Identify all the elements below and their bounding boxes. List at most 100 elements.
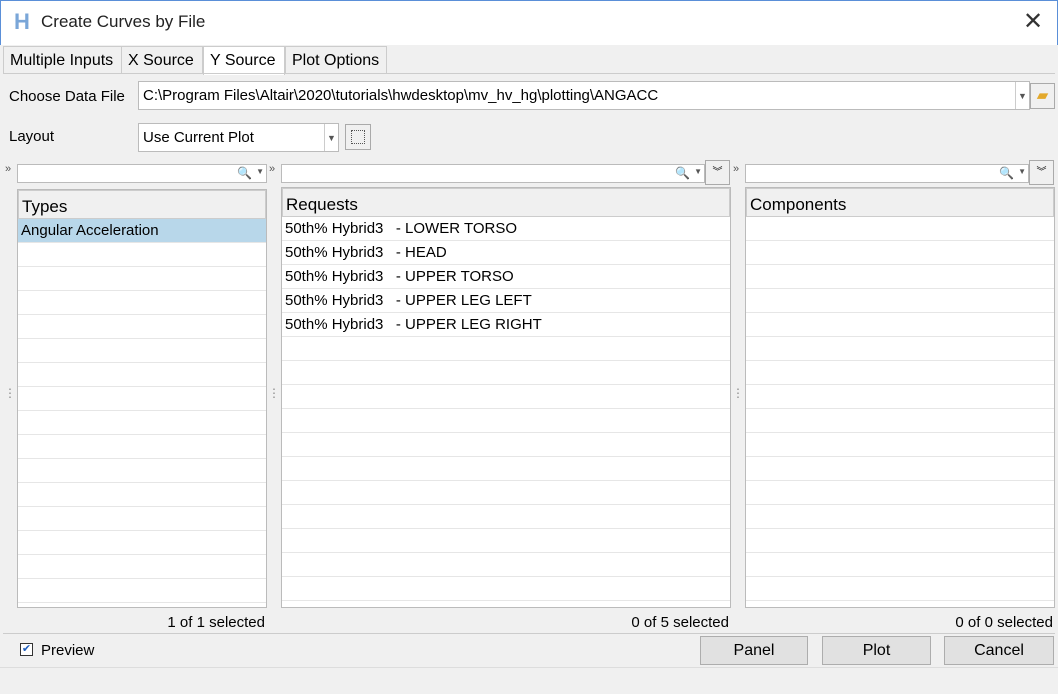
list-item[interactable] — [746, 337, 1054, 361]
list-item[interactable] — [746, 553, 1054, 577]
divider — [3, 633, 1055, 634]
search-icon: 🔍 — [675, 166, 690, 180]
list-item[interactable] — [18, 267, 266, 291]
list-item[interactable] — [282, 481, 730, 505]
requests-header: Requests — [282, 188, 730, 217]
chevron-down-icon: ▼ — [324, 124, 338, 151]
list-item[interactable] — [746, 577, 1054, 601]
list-item[interactable] — [746, 265, 1054, 289]
layout-label: Layout — [9, 128, 55, 145]
list-item[interactable] — [18, 339, 266, 363]
list-item[interactable] — [746, 457, 1054, 481]
preview-checkbox[interactable]: ✔ — [20, 643, 33, 656]
list-item[interactable] — [746, 241, 1054, 265]
chevron-down-icon: ▼ — [1018, 167, 1026, 176]
splitter-handle[interactable]: ⋮ — [732, 387, 744, 399]
list-item[interactable] — [18, 243, 266, 267]
chevron-down-icon: ▼ — [694, 167, 702, 176]
tab-x-source[interactable]: X Source — [121, 46, 203, 74]
list-item[interactable] — [282, 385, 730, 409]
components-status: 0 of 0 selected — [955, 614, 1053, 631]
list-item[interactable] — [746, 529, 1054, 553]
splitter-handle[interactable]: ⋮ — [4, 387, 16, 399]
list-item[interactable]: 50th% Hybrid3 - HEAD — [282, 241, 730, 265]
search-icon: 🔍 — [237, 166, 252, 180]
preview-label: Preview — [41, 642, 95, 659]
list-item[interactable] — [18, 459, 266, 483]
types-list[interactable]: Types Angular Acceleration — [17, 189, 267, 608]
list-item[interactable] — [18, 531, 266, 555]
close-button[interactable]: ✕ — [1020, 8, 1046, 36]
cancel-button[interactable]: Cancel — [944, 636, 1054, 665]
splitter-handle[interactable]: ⋮ — [268, 387, 280, 399]
list-item[interactable] — [18, 291, 266, 315]
window-title: Create Curves by File — [41, 12, 206, 31]
search-icon: 🔍 — [999, 166, 1014, 180]
list-item[interactable] — [282, 409, 730, 433]
list-item[interactable] — [282, 577, 730, 601]
list-item[interactable] — [282, 505, 730, 529]
components-expand-button[interactable]: ︾ — [1029, 160, 1054, 185]
data-file-value: C:\Program Files\Altair\2020\tutorials\h… — [143, 87, 659, 104]
list-item[interactable] — [282, 433, 730, 457]
app-logo-icon: H — [14, 9, 30, 34]
data-file-input[interactable]: C:\Program Files\Altair\2020\tutorials\h… — [138, 81, 1030, 110]
list-item[interactable] — [282, 361, 730, 385]
list-item[interactable] — [18, 387, 266, 411]
list-item[interactable] — [18, 507, 266, 531]
layout-select[interactable]: Use Current Plot ▼ — [138, 123, 339, 152]
list-item[interactable]: 50th% Hybrid3 - UPPER LEG RIGHT — [282, 313, 730, 337]
types-filter-input[interactable]: 🔍 ▼ — [17, 164, 267, 183]
layout-value: Use Current Plot — [143, 129, 254, 146]
list-item[interactable]: 50th% Hybrid3 - LOWER TORSO — [282, 217, 730, 241]
tab-plot-options[interactable]: Plot Options — [285, 46, 387, 74]
types-header: Types — [18, 190, 266, 219]
list-item[interactable] — [282, 529, 730, 553]
list-item[interactable] — [18, 483, 266, 507]
panel-button[interactable]: Panel — [700, 636, 808, 665]
list-item[interactable] — [18, 435, 266, 459]
list-item[interactable] — [18, 555, 266, 579]
open-folder-button[interactable]: ▰ — [1030, 83, 1055, 109]
components-list[interactable]: Components — [745, 187, 1055, 608]
tab-y-source[interactable]: Y Source — [203, 46, 285, 75]
list-item[interactable] — [746, 505, 1054, 529]
list-item[interactable] — [746, 409, 1054, 433]
components-header: Components — [746, 188, 1054, 217]
list-item[interactable] — [746, 385, 1054, 409]
list-item[interactable] — [282, 337, 730, 361]
list-item[interactable] — [746, 361, 1054, 385]
list-item[interactable] — [18, 579, 266, 603]
list-item[interactable] — [18, 315, 266, 339]
expand-icon[interactable]: » — [269, 163, 275, 175]
expand-icon[interactable]: » — [733, 163, 739, 175]
requests-list[interactable]: Requests 50th% Hybrid3 - LOWER TORSO 50th… — [281, 187, 731, 608]
list-item[interactable]: 50th% Hybrid3 - UPPER LEG LEFT — [282, 289, 730, 313]
layout-window-button[interactable] — [345, 124, 371, 150]
data-file-label: Choose Data File — [9, 88, 125, 105]
list-item[interactable] — [746, 433, 1054, 457]
list-item[interactable] — [746, 481, 1054, 505]
list-item[interactable]: 50th% Hybrid3 - UPPER TORSO — [282, 265, 730, 289]
requests-status: 0 of 5 selected — [631, 614, 729, 631]
tab-multiple-inputs[interactable]: Multiple Inputs — [3, 46, 122, 74]
folder-icon: ▰ — [1036, 87, 1049, 104]
list-item[interactable] — [282, 457, 730, 481]
requests-filter-input[interactable]: 🔍 ▼ — [281, 164, 705, 183]
chevron-down-icon: ▼ — [256, 167, 264, 176]
list-item[interactable]: Angular Acceleration — [18, 219, 266, 243]
plot-button[interactable]: Plot — [822, 636, 931, 665]
types-status: 1 of 1 selected — [167, 614, 265, 631]
list-item[interactable] — [746, 289, 1054, 313]
list-item[interactable] — [282, 553, 730, 577]
list-item[interactable] — [746, 217, 1054, 241]
list-item[interactable] — [18, 411, 266, 435]
list-item[interactable] — [746, 313, 1054, 337]
status-bar-divider — [0, 667, 1058, 668]
expand-icon[interactable]: » — [5, 163, 11, 175]
chevron-down-icon[interactable]: ▼ — [1015, 82, 1029, 109]
requests-expand-button[interactable]: ︾ — [705, 160, 730, 185]
list-item[interactable] — [18, 363, 266, 387]
tab-divider — [3, 73, 1055, 74]
components-filter-input[interactable]: 🔍 ▼ — [745, 164, 1029, 183]
